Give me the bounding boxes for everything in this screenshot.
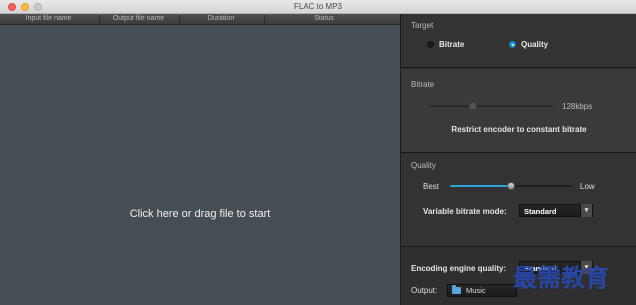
bitrate-title: Bitrate bbox=[411, 80, 435, 89]
vbr-mode-value: Standard bbox=[524, 207, 557, 216]
quality-slider-knob[interactable] bbox=[507, 182, 515, 190]
output-label: Output: bbox=[411, 286, 438, 295]
bitrate-slider[interactable] bbox=[429, 102, 554, 110]
file-list-pane: Input file name Output file name Duratio… bbox=[0, 14, 400, 305]
radio-bitrate-label: Bitrate bbox=[439, 40, 465, 49]
radio-quality[interactable]: Quality bbox=[509, 40, 548, 49]
quality-low-label: Low bbox=[580, 182, 595, 191]
target-section: Target Bitrate Quality bbox=[401, 14, 636, 68]
title-bar: FLAC to MP3 bbox=[0, 0, 636, 14]
engine-quality-label: Encoding engine quality: bbox=[411, 264, 507, 273]
quality-section: Quality Best Low Variable bitrate mode: … bbox=[401, 154, 636, 247]
chevron-down-icon: ▾ bbox=[580, 204, 592, 217]
vbr-mode-label: Variable bitrate mode: bbox=[423, 207, 507, 216]
folder-icon bbox=[452, 285, 461, 294]
quality-slider[interactable] bbox=[450, 182, 572, 190]
column-header: Input file name Output file name Duratio… bbox=[0, 14, 400, 25]
column-status[interactable]: Status bbox=[265, 15, 385, 25]
radio-dot-icon bbox=[427, 41, 434, 48]
radio-dot-icon bbox=[509, 41, 516, 48]
column-input-file-name[interactable]: Input file name bbox=[0, 15, 100, 25]
quality-title: Quality bbox=[411, 161, 436, 170]
quality-best-label: Best bbox=[423, 182, 440, 191]
window-title: FLAC to MP3 bbox=[293, 2, 342, 11]
bitrate-value: 128kbps bbox=[562, 102, 593, 111]
quality-slider-fill bbox=[450, 185, 511, 187]
output-folder-value: Music bbox=[466, 286, 486, 295]
bitrate-section: Bitrate 128kbps Restrict encoder to cons… bbox=[401, 69, 636, 153]
drop-hint-text: Click here or drag file to start bbox=[129, 208, 271, 220]
output-folder-select[interactable]: Music bbox=[447, 284, 517, 297]
vbr-mode-select[interactable]: Standard ▾ bbox=[519, 204, 593, 217]
radio-quality-label: Quality bbox=[521, 40, 549, 49]
restrict-bitrate-option[interactable]: Restrict encoder to constant bitrate bbox=[401, 125, 636, 134]
file-drop-zone[interactable]: Click here or drag file to start bbox=[0, 25, 400, 305]
bitrate-slider-knob[interactable] bbox=[469, 102, 477, 110]
target-title: Target bbox=[411, 21, 434, 30]
column-duration[interactable]: Duration bbox=[180, 15, 265, 25]
radio-bitrate[interactable]: Bitrate bbox=[427, 40, 464, 49]
column-output-file-name[interactable]: Output file name bbox=[100, 15, 180, 25]
watermark: 最需教育 bbox=[513, 264, 609, 292]
